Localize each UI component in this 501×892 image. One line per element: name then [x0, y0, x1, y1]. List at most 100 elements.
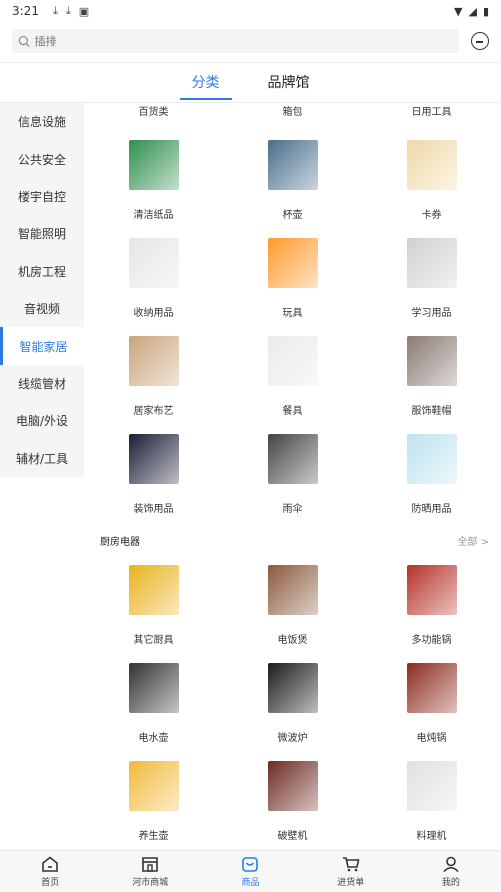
product-category-label: 收纳用品: [133, 308, 174, 319]
sidebar-item-public-security[interactable]: 公共安全: [0, 140, 84, 177]
product-category-label: 餐具: [282, 406, 303, 417]
sidebar: 信息设施 公共安全 楼宇自控 智能照明 机房工程 音视频 智能家居 线缆管材 电…: [0, 103, 84, 477]
product-category-label: 装饰用品: [133, 504, 174, 515]
divider: [0, 62, 501, 63]
umbrella-icon: [267, 434, 318, 484]
sidebar-item-computer[interactable]: 电脑/外设: [0, 402, 84, 439]
user-icon: [443, 856, 459, 872]
voucher-icon: [406, 140, 457, 190]
category-tabs: 分类 品牌馆: [0, 64, 501, 102]
product-category-item[interactable]: 居家布艺: [84, 333, 223, 431]
product-category-item[interactable]: 电饭煲: [223, 562, 362, 660]
search-icon: [18, 35, 30, 47]
notification-icon: ▣: [78, 4, 90, 18]
product-category-item[interactable]: 电水壶: [84, 660, 223, 758]
product-category-item[interactable]: 收纳用品: [84, 235, 223, 333]
nav-cart[interactable]: 进货单: [301, 851, 401, 892]
tab-category[interactable]: 分类: [179, 64, 232, 102]
product-category-label: 养生壶: [138, 831, 169, 842]
product-category-label: 电饭煲: [277, 635, 308, 646]
product-category-item[interactable]: 杯壶: [223, 137, 362, 235]
product-category-label: 服饰鞋帽: [411, 406, 452, 417]
product-category-label: 料理机: [416, 831, 447, 842]
sidebar-item-cables[interactable]: 线缆管材: [0, 365, 84, 402]
search-box[interactable]: [12, 29, 459, 53]
thermos-icon: [267, 140, 318, 190]
section-header: 厨房电器 全部 >: [100, 531, 489, 549]
stationery-icon: [406, 238, 457, 288]
sidebar-item-audio-video[interactable]: 音视频: [0, 290, 84, 327]
nav-home[interactable]: 首页: [0, 851, 100, 892]
battery-icon: ▮: [482, 4, 489, 18]
stew-pot-icon: [406, 663, 457, 713]
microwave-icon: [267, 663, 318, 713]
product-category-item[interactable]: 微波炉: [223, 660, 362, 758]
product-category-item[interactable]: 其它厨具: [84, 562, 223, 660]
product-category-item[interactable]: 玩具: [223, 235, 362, 333]
message-icon[interactable]: [471, 32, 489, 50]
kettle-icon: [128, 663, 179, 713]
product-category-item[interactable]: 服饰鞋帽: [362, 333, 501, 431]
rice-cooker-icon: [267, 565, 318, 615]
download-icon-2: ⤓: [65, 4, 71, 17]
product-category-label: 卡券: [421, 210, 442, 221]
category-content: 百货类 箱包 日用工具 清洁纸品 杯壶 卡券收纳用品 玩具 学习用品居家布艺 餐具 服饰鞋帽…: [84, 103, 501, 850]
sidebar-item-building-control[interactable]: 楼宇自控: [0, 178, 84, 215]
tableware-icon: [267, 336, 318, 386]
nav-label: 河市商城: [132, 877, 169, 888]
product-category-item[interactable]: 清洁纸品: [84, 137, 223, 235]
product-category-label: 其它厨具: [133, 635, 174, 646]
product-category-label: 多功能锅: [411, 635, 452, 646]
sidebar-item-smart-lighting[interactable]: 智能照明: [0, 215, 84, 252]
product-category-item[interactable]: 防晒用品: [362, 431, 501, 529]
sidebar-item-machine-room[interactable]: 机房工程: [0, 253, 84, 290]
wifi-icon: ▼: [454, 4, 463, 18]
product-category-label: 雨伞: [282, 504, 303, 515]
product-category-label: 学习用品: [411, 308, 452, 319]
nav-goods[interactable]: 商品: [200, 851, 300, 892]
search-row: [0, 26, 501, 56]
status-time: 3:21: [12, 4, 39, 18]
category-label[interactable]: 箱包: [223, 103, 362, 121]
nav-label: 商品: [241, 877, 260, 888]
product-category-label: 电炖锅: [416, 733, 447, 744]
product-category-label: 玩具: [282, 308, 303, 319]
product-category-item[interactable]: 破壁机: [223, 758, 362, 850]
nav-label: 进货单: [337, 877, 365, 888]
health-pot-icon: [128, 761, 179, 811]
view-all-link[interactable]: 全部 >: [457, 533, 489, 548]
multi-pot-icon: [406, 565, 457, 615]
goods-icon: [242, 856, 259, 872]
tissue-icon: [128, 140, 179, 190]
product-category-label: 杯壶: [282, 210, 303, 221]
download-icon: ⤓: [52, 4, 58, 17]
cart-icon: [342, 856, 360, 871]
category-label[interactable]: 日用工具: [362, 103, 501, 121]
product-category-item[interactable]: 装饰用品: [84, 431, 223, 529]
product-category-item[interactable]: 雨伞: [223, 431, 362, 529]
daily-goods-grid: 清洁纸品 杯壶 卡券收纳用品 玩具 学习用品居家布艺 餐具 服饰鞋帽装饰用品 雨伞 防晒用品: [84, 137, 501, 529]
store-icon: [142, 856, 159, 872]
status-bar: 3:21 ⤓ ⤓ ▣ ▼ ◢ ▮: [0, 0, 501, 22]
product-category-item[interactable]: 餐具: [223, 333, 362, 431]
product-category-label: 居家布艺: [133, 406, 174, 417]
product-category-item[interactable]: 多功能锅: [362, 562, 501, 660]
product-category-item[interactable]: 电炖锅: [362, 660, 501, 758]
storage-box-icon: [128, 238, 179, 288]
search-input[interactable]: [34, 34, 453, 48]
nav-store[interactable]: 河市商城: [100, 851, 200, 892]
sidebar-item-tools[interactable]: 辅材/工具: [0, 440, 84, 477]
pots-icon: [128, 565, 179, 615]
product-category-item[interactable]: 料理机: [362, 758, 501, 850]
nav-mine[interactable]: 我的: [401, 851, 501, 892]
product-category-label: 破壁机: [277, 831, 308, 842]
toy-icon: [267, 238, 318, 288]
sidebar-item-smart-home[interactable]: 智能家居: [0, 327, 84, 365]
product-category-item[interactable]: 养生壶: [84, 758, 223, 850]
product-category-item[interactable]: 学习用品: [362, 235, 501, 333]
category-label[interactable]: 百货类: [84, 103, 223, 121]
tab-brand-hall[interactable]: 品牌馆: [256, 64, 322, 102]
product-category-item[interactable]: 卡券: [362, 137, 501, 235]
section-title: 厨房电器: [100, 536, 140, 548]
sidebar-item-info-facilities[interactable]: 信息设施: [0, 103, 84, 140]
